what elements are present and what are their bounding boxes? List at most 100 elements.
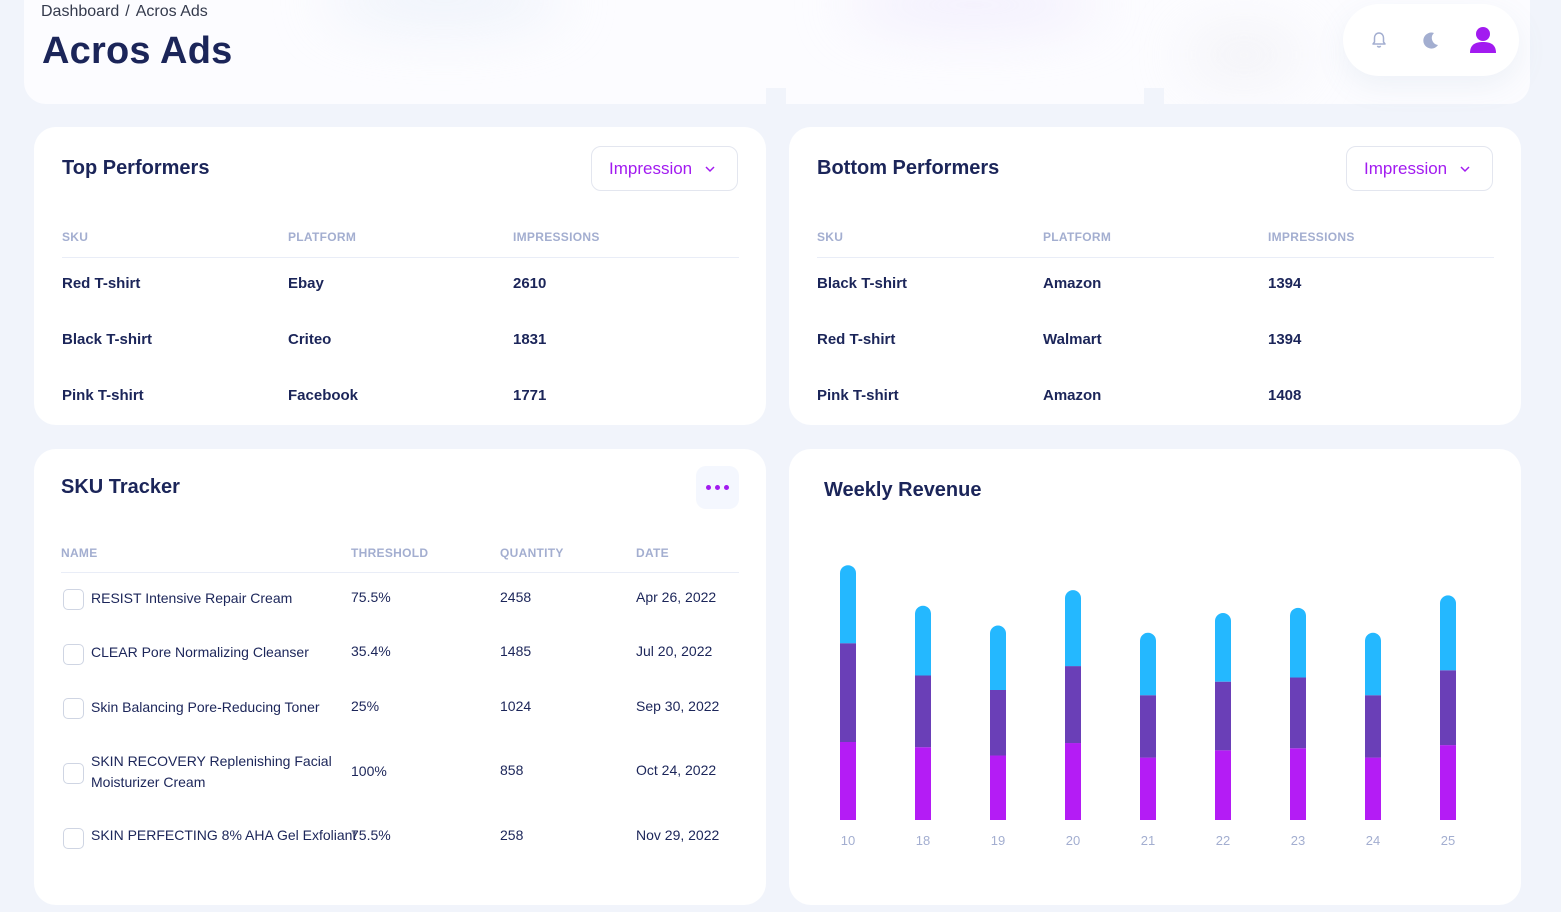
cell-threshold: 100%: [351, 763, 387, 779]
bar-segment: [1065, 743, 1081, 820]
cell-platform: Criteo: [288, 331, 332, 348]
cell-sku: Pink T-shirt: [62, 387, 144, 404]
divider: [817, 257, 1494, 258]
bar-segment: [915, 605, 931, 676]
row-checkbox[interactable]: [63, 698, 84, 719]
bar-stack: [990, 625, 1006, 820]
cell-impressions: 1394: [1268, 331, 1302, 348]
more-options-button[interactable]: [696, 466, 739, 509]
column-header: THRESHOLD: [351, 546, 429, 560]
bar-segment: [1290, 748, 1306, 820]
cell-name: SKIN PERFECTING 8% AHA Gel Exfoliant: [91, 827, 357, 843]
cell-date: Oct 24, 2022: [636, 762, 717, 778]
breadcrumb-link-dashboard[interactable]: Dashboard: [41, 3, 119, 20]
cell-name: CLEAR Pore Normalizing Cleanser: [91, 644, 309, 660]
cell-date: Nov 29, 2022: [636, 827, 720, 843]
bar-stack: [1290, 607, 1306, 820]
breadcrumb-current: Acros Ads: [135, 3, 208, 20]
chevron-down-icon: [704, 165, 716, 173]
cell-platform: Amazon: [1043, 387, 1102, 404]
bar-segment: [990, 755, 1006, 820]
cell-threshold: 75.5%: [351, 827, 391, 843]
bar-stack: [840, 565, 856, 820]
cell-impressions: 1831: [513, 331, 547, 348]
moon-icon: [1423, 32, 1438, 49]
bar-segment: [840, 565, 856, 644]
divider: [62, 257, 739, 258]
sku-tracker-card: SKU Tracker NAME THRESHOLD QUANTITY DATE…: [34, 449, 766, 905]
card-separator: [766, 88, 786, 104]
notifications-button[interactable]: [1359, 20, 1399, 60]
bar-segment: [1365, 632, 1381, 696]
dropdown-value: Impression: [609, 158, 693, 178]
x-tick-label: 19: [990, 833, 1006, 848]
bar-segment: [1215, 613, 1231, 682]
cell-date: Jul 20, 2022: [636, 643, 713, 659]
cell-sku: Black T-shirt: [62, 331, 153, 348]
bar-segment: [915, 747, 931, 820]
bar-segment: [840, 643, 856, 742]
card-title: Bottom Performers: [817, 157, 1000, 179]
cell-platform: Facebook: [288, 387, 359, 404]
x-tick-label: 23: [1290, 833, 1306, 848]
x-tick-label: 18: [915, 833, 931, 848]
cell-date: Sep 30, 2022: [636, 698, 720, 714]
column-header: PLATFORM: [288, 230, 357, 244]
cell-impressions: 1408: [1268, 387, 1302, 404]
header-strip: [24, 0, 1530, 104]
x-tick-label: 24: [1365, 833, 1381, 848]
cell-name: RESIST Intensive Repair Cream: [91, 590, 293, 606]
column-header: IMPRESSIONS: [1268, 230, 1355, 244]
column-header: PLATFORM: [1043, 230, 1112, 244]
card-title: Top Performers: [62, 157, 210, 179]
bar-segment: [990, 690, 1006, 756]
x-tick-label: 20: [1065, 833, 1081, 848]
cell-platform: Amazon: [1043, 275, 1102, 292]
bar-segment: [1365, 695, 1381, 758]
row-checkbox[interactable]: [63, 644, 84, 665]
cell-sku: Red T-shirt: [817, 331, 896, 348]
user-icon: [1470, 27, 1496, 53]
metric-dropdown[interactable]: Impression: [1346, 146, 1493, 191]
bar-stack: [1140, 632, 1156, 820]
bar-segment: [1140, 757, 1156, 820]
column-header: SKU: [62, 230, 89, 244]
cell-quantity: 2458: [500, 589, 532, 605]
chevron-down-icon: [1459, 165, 1471, 173]
cell-quantity: 858: [500, 762, 524, 778]
bar-segment: [1290, 607, 1306, 678]
bar-segment: [1140, 695, 1156, 758]
cell-impressions: 1394: [1268, 275, 1302, 292]
bar-segment: [1140, 632, 1156, 696]
breadcrumb: Dashboard / Acros Ads: [41, 3, 214, 21]
x-tick-label: 21: [1140, 833, 1156, 848]
cell-impressions: 2610: [513, 275, 547, 292]
column-header: QUANTITY: [500, 546, 564, 560]
cell-sku: Black T-shirt: [817, 275, 908, 292]
cell-quantity: 1485: [500, 643, 532, 659]
bar-segment: [1440, 595, 1456, 671]
cell-threshold: 25%: [351, 698, 380, 714]
row-checkbox[interactable]: [63, 589, 84, 610]
profile-button[interactable]: [1463, 20, 1503, 60]
x-tick-label: 25: [1440, 833, 1456, 848]
bottom-performers-card: Bottom Performers Impression SKU PLATFOR…: [789, 127, 1521, 425]
cell-threshold: 35.4%: [351, 643, 391, 659]
row-checkbox[interactable]: [63, 763, 84, 784]
bar-segment: [1365, 757, 1381, 820]
top-performers-card: Top Performers Impression SKU PLATFORM I…: [34, 127, 766, 425]
bar-segment: [1215, 681, 1231, 751]
cell-name: SKIN RECOVERY Replenishing Facial Moistu…: [91, 753, 332, 790]
bar-segment: [1440, 745, 1456, 820]
row-checkbox[interactable]: [63, 828, 84, 849]
bar-segment: [1065, 590, 1081, 667]
column-header: SKU: [817, 230, 844, 244]
cell-quantity: 258: [500, 827, 524, 843]
theme-toggle-button[interactable]: [1411, 20, 1451, 60]
metric-dropdown[interactable]: Impression: [591, 146, 738, 191]
header-decoration: [844, 0, 1104, 30]
header-decoration: [324, 0, 564, 30]
bar-stack: [1065, 590, 1081, 820]
x-tick-label: 22: [1215, 833, 1231, 848]
column-header: IMPRESSIONS: [513, 230, 600, 244]
